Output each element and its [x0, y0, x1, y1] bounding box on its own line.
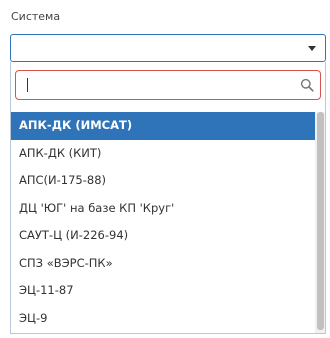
text-cursor: [27, 78, 28, 92]
options-list: АПК-ДК (ИМСАТ) АПК-ДК (КИТ) АПС(И-175-88…: [11, 112, 315, 332]
search-icon: [300, 78, 314, 92]
option-item[interactable]: ДЦ 'ЮГ' на базе КП 'Круг': [11, 195, 315, 223]
select-dropdown: АПК-ДК (ИМСАТ) АПК-ДК (КИТ) АПС(И-175-88…: [10, 62, 326, 334]
scrollbar[interactable]: [315, 112, 325, 333]
search-field[interactable]: [15, 70, 321, 100]
scrollbar-thumb[interactable]: [317, 112, 324, 330]
search-input[interactable]: [16, 71, 320, 99]
chevron-down-icon[interactable]: [308, 46, 316, 51]
option-item[interactable]: АПК-ДК (КИТ): [11, 140, 315, 168]
field-label-system: Система: [11, 10, 61, 23]
system-select[interactable]: [10, 34, 326, 62]
option-item[interactable]: ЭЦ-11-87: [11, 277, 315, 305]
option-item[interactable]: АПК-ДК (ИМСАТ): [11, 112, 315, 140]
option-item[interactable]: СПЗ «ВЭРС-ПК»: [11, 250, 315, 278]
option-item[interactable]: ЭЦ-9: [11, 305, 315, 333]
option-item[interactable]: АПС(И-175-88): [11, 167, 315, 195]
option-item[interactable]: САУТ-Ц (И-226-94): [11, 222, 315, 250]
